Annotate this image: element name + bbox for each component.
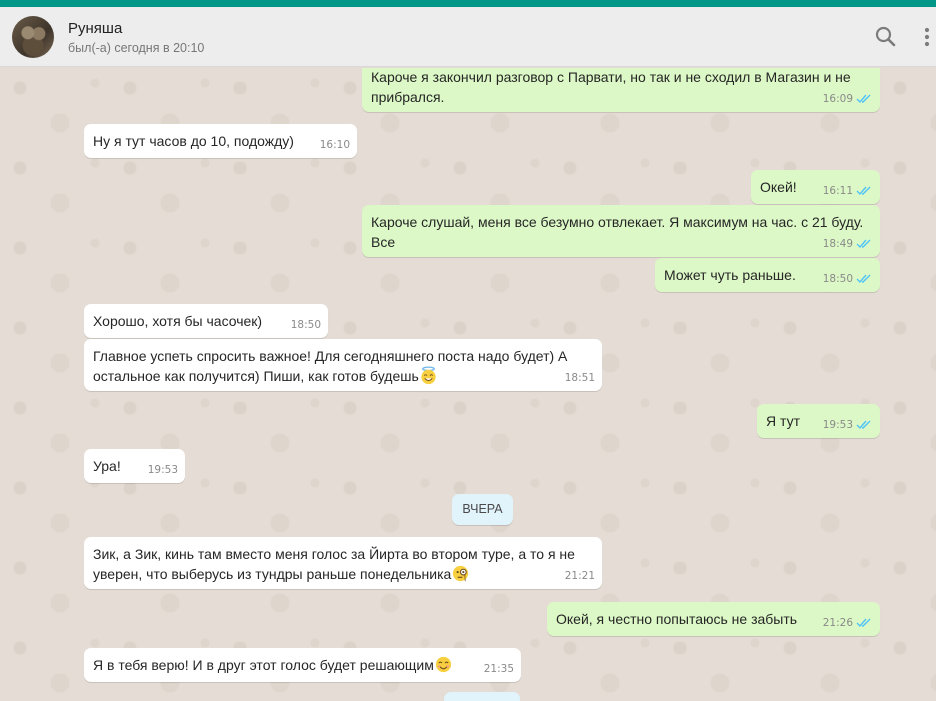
top-accent-bar (0, 0, 936, 7)
message-text: Главное успеть спросить важное! Для сего… (93, 348, 568, 384)
message-outgoing[interactable]: Может чуть раньше. 18:50 (655, 258, 880, 292)
message-incoming[interactable]: Ура! 19:53 (84, 449, 185, 483)
message-incoming[interactable]: Главное успеть спросить важное! Для сего… (84, 339, 602, 391)
double-check-icon (856, 239, 871, 249)
message-text: Зик, а Зик, кинь там вместо меня голос з… (93, 546, 575, 582)
message-text: Хорошо, хотя бы часочек) (93, 313, 263, 329)
avatar[interactable] (12, 16, 54, 58)
message-text: Окей! (760, 179, 797, 195)
message-text: Может чуть раньше. (664, 267, 796, 283)
message-incoming[interactable]: Ну я тут часов до 10, подожду) 16:10 (84, 124, 357, 158)
double-check-icon (856, 186, 871, 196)
message-outgoing[interactable]: Я тут 19:53 (757, 404, 880, 438)
message-time: 16:10 (319, 139, 350, 151)
date-separator-partial (444, 692, 520, 701)
double-check-icon (856, 94, 871, 104)
message-list[interactable]: Кароче я закончил разговор с Парвати, но… (0, 68, 936, 701)
message-time: 21:26 (823, 613, 872, 633)
face-with-monocle-emoji (453, 565, 469, 582)
message-text: Я тут (766, 413, 800, 429)
contact-name[interactable]: Руняша (68, 20, 122, 37)
message-time: 18:49 (823, 234, 872, 254)
message-time: 18:51 (564, 372, 595, 384)
message-time: 18:50 (823, 269, 872, 289)
message-text: Кароче слушай, меня все безумно отвлекае… (371, 214, 864, 250)
kebab-menu-icon (924, 27, 930, 47)
smiling-face-with-halo-emoji (421, 366, 436, 385)
message-time: 19:53 (147, 464, 178, 476)
smiling-face-with-smiling-eyes-emoji (435, 656, 451, 673)
message-outgoing[interactable]: Кароче я закончил разговор с Парвати, но… (362, 68, 880, 112)
message-time: 16:11 (823, 181, 872, 201)
menu-button[interactable] (918, 24, 936, 50)
double-check-icon (856, 618, 871, 628)
message-time: 21:35 (483, 663, 514, 675)
message-incoming[interactable]: Хорошо, хотя бы часочек) 18:50 (84, 304, 328, 338)
message-time: 19:53 (823, 415, 872, 435)
message-text: Окей, я честно попытаюсь не забыть (556, 611, 798, 627)
message-time: 18:50 (290, 319, 321, 331)
message-text: Кароче я закончил разговор с Парвати, но… (371, 69, 851, 105)
message-outgoing[interactable]: Окей! 16:11 (751, 170, 880, 204)
double-check-icon (856, 274, 871, 284)
message-outgoing[interactable]: Окей, я честно попытаюсь не забыть 21:26 (547, 602, 880, 636)
message-time: 16:09 (823, 89, 872, 109)
message-outgoing[interactable]: Кароче слушай, меня все безумно отвлекае… (362, 205, 880, 257)
double-check-icon (856, 420, 871, 430)
last-seen-status: был(-а) сегодня в 20:10 (68, 41, 205, 55)
message-text: Я в тебя верю! И в друг этот голос будет… (93, 657, 434, 673)
search-icon (875, 26, 896, 47)
message-text: Ура! (93, 458, 121, 474)
message-incoming[interactable]: Зик, а Зик, кинь там вместо меня голос з… (84, 537, 602, 589)
date-separator: ВЧЕРА (452, 494, 513, 525)
message-text: Ну я тут часов до 10, подожду) (93, 133, 294, 149)
search-button[interactable] (873, 24, 899, 50)
chat-header: Руняша был(-а) сегодня в 20:10 (0, 7, 936, 67)
message-incoming[interactable]: Я в тебя верю! И в друг этот голос будет… (84, 648, 521, 682)
message-time: 21:21 (564, 570, 595, 582)
